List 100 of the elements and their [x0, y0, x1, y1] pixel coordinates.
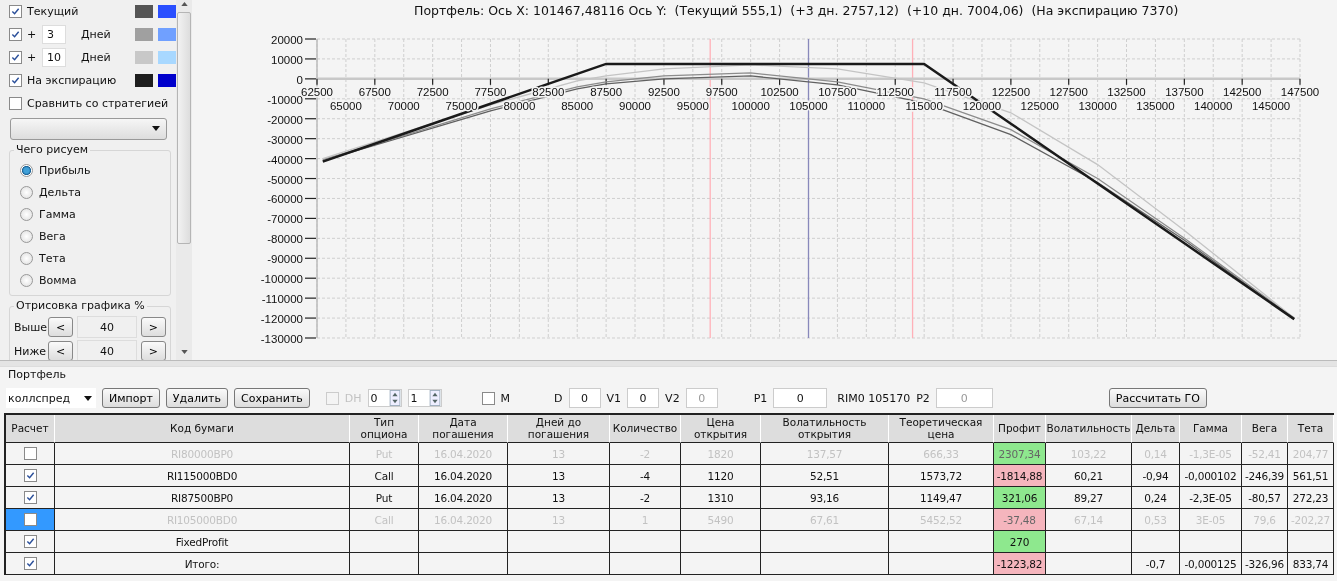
table-cell: 270	[994, 531, 1046, 553]
color-swatch[interactable]	[158, 5, 176, 18]
x-tick-label: 65000	[329, 99, 362, 112]
x-tick-label: 122500	[991, 85, 1031, 98]
x-tick-label: 107500	[818, 85, 857, 98]
number-field[interactable]: 0	[773, 388, 828, 408]
increase-button[interactable]: >	[140, 317, 166, 337]
checkbox[interactable]	[23, 491, 37, 504]
column-header[interactable]: Вега	[1242, 415, 1288, 443]
decrease-button[interactable]: <	[48, 317, 74, 337]
radio-button[interactable]	[20, 229, 33, 243]
strategy-dropdown[interactable]	[10, 118, 167, 140]
radio-button[interactable]	[20, 273, 33, 287]
table-cell[interactable]	[6, 531, 55, 553]
color-swatch[interactable]	[135, 28, 153, 41]
column-header[interactable]: Дней до погашения	[508, 415, 610, 443]
series-label: На экспирацию	[27, 74, 118, 87]
column-header[interactable]: Гамма	[1180, 415, 1242, 443]
table-cell: -1814,88	[994, 465, 1046, 487]
checkbox[interactable]	[9, 28, 22, 41]
column-header[interactable]: Тета	[1288, 415, 1334, 443]
column-header[interactable]: Цена открытия	[681, 415, 761, 443]
scroll-thumb[interactable]	[177, 12, 191, 244]
scroll-down-icon[interactable]	[180, 350, 188, 354]
table-cell[interactable]	[6, 465, 55, 487]
column-header[interactable]: Код бумаги	[55, 415, 350, 443]
scrollbar[interactable]	[176, 0, 192, 360]
x-tick-label: 77500	[474, 85, 507, 98]
field-label: P2	[916, 391, 930, 405]
decrease-button[interactable]: <	[48, 341, 74, 360]
table-cell: -37,48	[994, 509, 1046, 531]
calculate-button[interactable]: Рассчитать ГО	[1108, 388, 1207, 408]
column-header[interactable]: Волатильность открытия	[761, 415, 889, 443]
checkbox[interactable]	[481, 391, 495, 405]
checkbox[interactable]	[9, 51, 22, 64]
x-tick-label: 72500	[416, 85, 449, 98]
checkbox[interactable]	[23, 469, 37, 482]
x-tick-label: 95000	[676, 99, 709, 112]
table-cell: 60,21	[1046, 465, 1132, 487]
percent-field[interactable]: 40	[77, 340, 137, 360]
radio-button[interactable]	[20, 207, 33, 221]
table-cell: 272,23	[1288, 487, 1334, 509]
spin-arrows-icon[interactable]	[388, 390, 401, 406]
column-header[interactable]: Теоретическая цена	[889, 415, 994, 443]
increase-button[interactable]: >	[140, 341, 166, 360]
radio-label: Гамма	[39, 207, 76, 221]
radio-label: Дельта	[39, 185, 82, 199]
table-cell: -0,000102	[1180, 465, 1242, 487]
x-tick-label: 130000	[1078, 99, 1117, 112]
spin-arrows-icon[interactable]	[428, 390, 441, 406]
table-cell: RI87500BP0	[55, 487, 350, 509]
column-header[interactable]: Дельта	[1132, 415, 1180, 443]
y-tick-label: 10000	[271, 53, 303, 66]
column-header[interactable]: Профит	[994, 415, 1046, 443]
spin-field[interactable]: 1	[407, 389, 442, 407]
checkbox[interactable]	[23, 557, 37, 570]
table-cell	[1132, 531, 1180, 553]
strategy-dropdown[interactable]: коллспред	[6, 388, 96, 408]
radio-label: Вега	[39, 229, 66, 243]
color-swatch[interactable]	[135, 51, 153, 64]
radio-button[interactable]	[20, 251, 33, 265]
color-swatch[interactable]	[135, 74, 153, 87]
table-cell: 89,27	[1046, 487, 1132, 509]
days-field[interactable]: 10	[42, 48, 66, 67]
column-header[interactable]: Волатильность	[1046, 415, 1132, 443]
table-cell: 52,51	[761, 465, 889, 487]
number-field[interactable]: 0	[627, 388, 660, 408]
number-field[interactable]: 0	[568, 388, 601, 408]
y-tick-label: -100000	[260, 273, 303, 286]
toolbar-button[interactable]: Удалить	[165, 388, 228, 408]
table-cell	[1288, 531, 1334, 553]
table-cell[interactable]	[6, 553, 55, 575]
y-tick-label: -90000	[267, 253, 303, 266]
table-cell: 13	[508, 465, 610, 487]
color-swatch[interactable]	[158, 51, 176, 64]
column-header[interactable]: Тип опциона	[350, 415, 419, 443]
group-title: Чего рисуем	[14, 143, 91, 156]
radio-label: Вомма	[39, 273, 77, 287]
days-field[interactable]: 3	[42, 25, 66, 44]
color-swatch[interactable]	[135, 5, 153, 18]
checkbox[interactable]	[9, 97, 22, 110]
column-header[interactable]: Дата погашения	[419, 415, 508, 443]
radio-button[interactable]	[20, 185, 33, 199]
checkbox[interactable]	[9, 5, 22, 18]
x-tick-label: 112500	[876, 85, 914, 98]
checkbox[interactable]	[23, 535, 37, 548]
table-cell[interactable]	[6, 487, 55, 509]
toolbar-button[interactable]: Сохранить	[233, 388, 310, 408]
color-swatch[interactable]	[158, 28, 176, 41]
checkbox[interactable]	[9, 74, 22, 87]
percent-field[interactable]: 40	[77, 316, 137, 338]
y-tick-label: -130000	[260, 333, 303, 345]
column-header[interactable]: Расчет	[6, 415, 55, 443]
radio-button[interactable]	[20, 163, 33, 177]
toolbar-button[interactable]: Импорт	[102, 388, 160, 408]
column-header[interactable]: Количество	[610, 415, 681, 443]
spin-field[interactable]: 0	[367, 389, 402, 407]
scroll-up-icon[interactable]	[180, 2, 188, 6]
table-cell: 1310	[681, 487, 761, 509]
color-swatch[interactable]	[158, 74, 176, 87]
